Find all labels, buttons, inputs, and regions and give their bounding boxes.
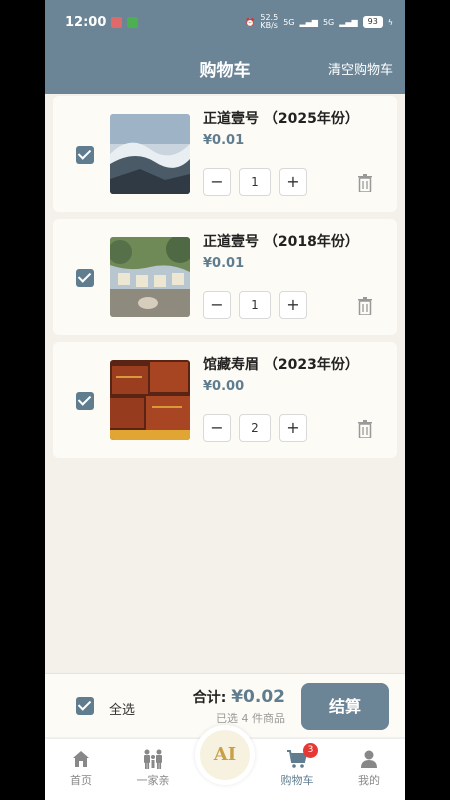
tab-label: 我的 [358, 774, 380, 787]
decrease-button[interactable]: − [203, 168, 231, 196]
increase-button[interactable]: + [279, 291, 307, 319]
tab-label: 购物车 [280, 774, 314, 787]
network-label-2: 5G [322, 17, 335, 27]
quantity-field[interactable]: 1 [239, 168, 271, 196]
family-icon [144, 749, 162, 769]
status-bar: 12:00 ⏰ 52.5 KB/s 5G ▂▄▆ 5G ▂▄▆ 93 ϟ [65, 12, 393, 32]
tab-home[interactable]: 首页 [45, 749, 117, 788]
cart-badge: 3 [303, 743, 318, 758]
item-checkbox[interactable] [76, 146, 94, 164]
tab-label: 首页 [70, 774, 92, 787]
product-thumbnail[interactable] [110, 360, 190, 440]
quantity-stepper: − 2 + [203, 414, 307, 442]
selected-count: 已选 4 件商品 [216, 712, 285, 725]
status-right: ⏰ 52.5 KB/s 5G ▂▄▆ 5G ▂▄▆ 93 ϟ [245, 14, 393, 30]
tab-label: 一家亲 [136, 774, 170, 787]
quantity-field[interactable]: 2 [239, 414, 271, 442]
clear-cart-button[interactable]: 清空购物车 [328, 59, 393, 78]
product-name: 正道壹号 （2018年份） [203, 234, 359, 250]
quantity-field[interactable]: 1 [239, 291, 271, 319]
ai-icon: AI [200, 730, 250, 780]
item-checkbox[interactable] [76, 392, 94, 410]
product-name: 馆藏寿眉 （2023年份） [203, 357, 359, 373]
tab-family[interactable]: 一家亲 [117, 749, 189, 788]
product-name: 正道壹号 （2025年份） [203, 111, 359, 127]
product-thumbnail[interactable] [110, 237, 190, 317]
home-icon [73, 751, 89, 767]
network-speed: 52.5 KB/s [260, 13, 279, 30]
item-checkbox[interactable] [76, 269, 94, 287]
cart-list: 正道壹号 （2025年份） ¥0.01 − 1 + 正道壹号 （2018年份） … [53, 96, 397, 465]
quantity-stepper: − 1 + [203, 291, 307, 319]
app-frame: 12:00 ⏰ 52.5 KB/s 5G ▂▄▆ 5G ▂▄▆ 93 ϟ 购物车… [45, 0, 405, 800]
select-all-label[interactable]: 全选 [109, 699, 135, 718]
product-price: ¥0.01 [203, 256, 245, 271]
product-price: ¥0.01 [203, 133, 245, 148]
ai-button[interactable]: AI [195, 725, 255, 785]
trash-icon[interactable] [357, 297, 373, 315]
notification-icon [127, 16, 139, 28]
cart-item: 馆藏寿眉 （2023年份） ¥0.00 − 2 + [53, 342, 397, 458]
network-label-1: 5G [283, 17, 295, 27]
trash-icon[interactable] [357, 174, 373, 192]
product-thumbnail[interactable] [110, 114, 190, 194]
decrease-button[interactable]: − [203, 414, 231, 442]
top-bar: 12:00 ⏰ 52.5 KB/s 5G ▂▄▆ 5G ▂▄▆ 93 ϟ 购物车… [45, 0, 405, 94]
left-black-bar [0, 0, 45, 800]
status-time: 12:00 [65, 14, 107, 30]
total-label: 合计: [192, 690, 227, 706]
signal-icon: ▂▄▆ [299, 17, 318, 27]
cart-item: 正道壹号 （2025年份） ¥0.01 − 1 + [53, 96, 397, 212]
person-icon [361, 750, 377, 768]
battery-icon: 93 [362, 16, 383, 28]
total-amount: ¥0.02 [231, 687, 285, 707]
increase-button[interactable]: + [279, 414, 307, 442]
alarm-icon: ⏰ [245, 17, 256, 27]
quantity-stepper: − 1 + [203, 168, 307, 196]
tab-bar: 首页 一家亲 AI 3 购物车 我的 [45, 725, 405, 800]
right-black-bar [405, 0, 450, 800]
total-price: 合计: ¥0.02 [193, 687, 285, 707]
notification-icon [111, 16, 123, 28]
checkout-button[interactable]: 结算 [301, 683, 389, 730]
decrease-button[interactable]: − [203, 291, 231, 319]
product-price: ¥0.00 [203, 379, 245, 394]
header: 购物车 清空购物车 [45, 52, 405, 82]
cart-item: 正道壹号 （2018年份） ¥0.01 − 1 + [53, 219, 397, 335]
trash-icon[interactable] [357, 420, 373, 438]
increase-button[interactable]: + [279, 168, 307, 196]
select-all-checkbox[interactable] [76, 697, 94, 715]
tab-cart[interactable]: 3 购物车 [261, 743, 333, 788]
charging-icon: ϟ [387, 17, 393, 27]
signal-icon: ▂▄▆ [339, 17, 358, 27]
tab-profile[interactable]: 我的 [333, 749, 405, 788]
